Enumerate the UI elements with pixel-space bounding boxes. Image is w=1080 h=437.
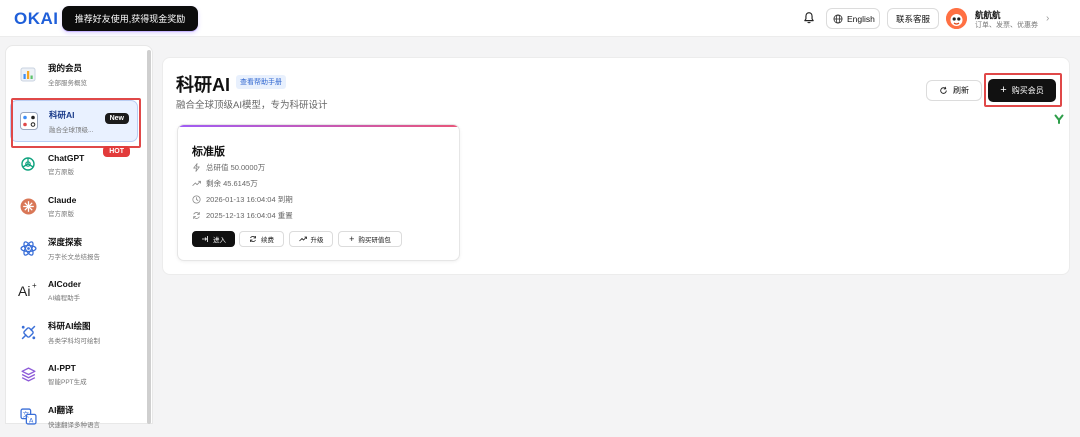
globe-icon: [833, 14, 843, 23]
plan-remaining-row: 剩余 45.6145万: [192, 178, 258, 189]
trend-up-icon: [298, 236, 307, 242]
openai-icon: [18, 154, 38, 174]
sidebar-item-subtitle: 官方原版: [48, 210, 74, 218]
plan-expire-row: 2026-01-13 16:04:04 到期: [192, 194, 293, 205]
buy-membership-label: 购买会员: [1011, 86, 1044, 95]
buy-membership-button[interactable]: + 购买会员: [988, 79, 1056, 102]
sidebar-item-title: ChatGPT: [48, 152, 85, 163]
renew-icon: [250, 236, 256, 242]
highlight-annotation-box: [11, 98, 141, 148]
buy-pack-label: 购买研值包: [358, 237, 391, 244]
sidebar-item-title: AI翻译: [48, 404, 74, 415]
sidebar-scrollbar[interactable]: [147, 50, 151, 424]
plus-icon: +: [349, 233, 355, 244]
sidebar-item-subtitle: 各类学科均可绘制: [48, 337, 100, 345]
help-manual-link[interactable]: 查看帮助手册: [236, 75, 286, 89]
translate-icon: 文 A: [18, 406, 38, 426]
clock-icon: [192, 195, 201, 204]
plan-expire: 2026-01-13 16:04:04 到期: [206, 195, 293, 204]
sidebar-item-aicoder[interactable]: Ai + AICoder AI编程助手: [10, 269, 138, 311]
sidebar-item-claude[interactable]: Claude 官方原版: [10, 185, 138, 227]
sidebar-item-title: 我的会员: [48, 62, 83, 73]
hot-badge: HOT: [103, 146, 130, 157]
trend-up-icon: [192, 180, 201, 187]
plan-total-row: 总研值 50.0000万: [192, 162, 265, 173]
refresh-label: 刷新: [953, 86, 969, 95]
sidebar-item-subtitle: 智能PPT生成: [48, 378, 87, 386]
enter-label: 进入: [213, 237, 226, 244]
logo[interactable]: OKAI: [14, 9, 59, 29]
sidebar-item-deep-search[interactable]: 深度探索 万字长文总结报告: [10, 227, 138, 269]
atom-icon: [18, 238, 38, 258]
lightning-icon: [193, 163, 200, 172]
ai-coder-icon: Ai +: [18, 280, 38, 300]
bell-icon[interactable]: [802, 11, 816, 25]
sidebar-item-title: AICoder: [48, 278, 82, 289]
language-label: English: [847, 13, 875, 24]
cycle-icon: [193, 212, 200, 219]
top-header: OKAI 推荐好友使用,获得现金奖励 English 联系客服 航航航 订单、发…: [0, 0, 1080, 37]
sidebar-item-subtitle: AI编程助手: [48, 294, 81, 302]
bar-chart-icon: [18, 64, 38, 84]
page-title: 科研AI: [176, 75, 230, 95]
enter-button[interactable]: 进入: [192, 231, 235, 247]
plan-remaining: 剩余 45.6145万: [206, 179, 258, 188]
renew-button[interactable]: 续费: [239, 231, 284, 247]
plan-total: 总研值 50.0000万: [206, 163, 266, 172]
referral-banner-button[interactable]: 推荐好友使用,获得现金奖励: [62, 6, 198, 31]
plan-card-accent-bar: [178, 125, 459, 127]
sidebar-item-subtitle: 万字长文总结报告: [48, 253, 100, 261]
sidebar-item-title: 深度探索: [48, 236, 83, 247]
sidebar-item-subtitle: 全部服务概览: [48, 79, 87, 87]
sidebar-item-ai-ppt[interactable]: AI-PPT 智能PPT生成: [10, 353, 138, 395]
upgrade-button[interactable]: 升级: [289, 231, 333, 247]
sidebar-item-title: AI-PPT: [48, 362, 76, 373]
plan-name: 标准版: [192, 146, 225, 158]
refresh-icon: [940, 86, 947, 94]
drawing-icon: [18, 322, 38, 342]
sidebar-item-chatgpt[interactable]: ChatGPT 官方原版 HOT: [10, 143, 138, 185]
plan-reset-row: 2025-12-13 16:04:04 重置: [192, 210, 293, 221]
sidebar-item-ai-translate[interactable]: 文 A AI翻译 快速翻译多种语言: [10, 395, 138, 437]
language-button[interactable]: English: [826, 8, 880, 29]
contact-support-button[interactable]: 联系客服: [887, 8, 939, 29]
svg-text:+: +: [32, 282, 37, 290]
plan-reset: 2025-12-13 16:04:04 重置: [206, 211, 293, 220]
buy-research-pack-button[interactable]: + 购买研值包: [338, 231, 402, 247]
chevron-right-icon[interactable]: ›: [1046, 13, 1049, 24]
enter-icon: [202, 236, 208, 242]
svg-text:A: A: [29, 416, 34, 424]
page-subtitle: 融合全球顶级AI模型，专为科研设计: [176, 100, 328, 111]
sidebar-item-title: 科研AI绘图: [48, 320, 91, 331]
sidebar-item-membership[interactable]: 我的会员 全部服务概览: [10, 53, 138, 95]
plan-card: 标准版 总研值 50.0000万 剩余 45.6145万 2026-01-13 …: [177, 124, 460, 261]
renew-label: 续费: [261, 237, 274, 244]
sidebar-item-title: Claude: [48, 194, 77, 205]
brand-y-icon[interactable]: [1053, 113, 1065, 125]
claude-icon: [18, 196, 38, 216]
refresh-button[interactable]: 刷新: [926, 80, 982, 101]
sidebar-item-research-drawing[interactable]: 科研AI绘图 各类学科均可绘制: [10, 311, 138, 353]
sidebar-item-subtitle: 官方原版: [48, 168, 74, 176]
upgrade-label: 升级: [310, 237, 324, 244]
user-subtitle[interactable]: 订单、发票、优惠券: [975, 20, 1038, 30]
avatar[interactable]: [946, 8, 967, 29]
layers-icon: [18, 364, 38, 384]
svg-text:Ai: Ai: [18, 283, 30, 298]
plus-icon: +: [1000, 84, 1007, 96]
